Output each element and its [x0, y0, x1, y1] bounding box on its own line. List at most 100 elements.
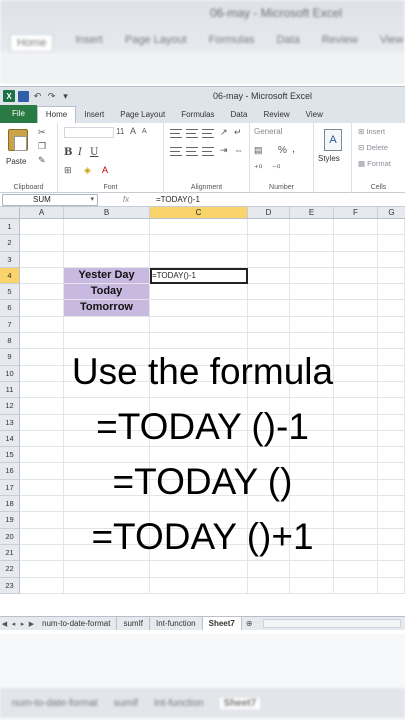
cell-a5[interactable]	[20, 284, 64, 301]
cell-a11[interactable]	[20, 381, 64, 399]
cell-e20[interactable]	[290, 528, 334, 545]
font-name-box[interactable]	[64, 127, 114, 138]
insert-sheet-icon[interactable]: ⊕	[242, 619, 257, 628]
delete-cells-button[interactable]: ⊟ Delete	[358, 143, 388, 152]
cell-a20[interactable]	[20, 528, 64, 545]
cell-g11[interactable]	[378, 381, 405, 399]
cell-g23[interactable]	[378, 577, 405, 594]
tab-page-layout[interactable]: Page Layout	[112, 107, 173, 123]
next-sheet-icon[interactable]: ▸	[18, 620, 27, 628]
column-header-g[interactable]: G	[378, 207, 405, 218]
cell-f15[interactable]	[334, 447, 378, 464]
row-header-22[interactable]: 22	[0, 561, 20, 578]
styles-button[interactable]: Styles	[318, 154, 340, 163]
cell-c7[interactable]	[150, 316, 248, 334]
prev-sheet-icon[interactable]: ◂	[9, 620, 18, 628]
cell-d10[interactable]	[248, 365, 290, 382]
sheet-tab-num-to-date-format[interactable]: num-to-date-format	[36, 617, 118, 630]
cell-c20[interactable]	[150, 528, 248, 545]
cell-c5[interactable]	[150, 284, 248, 301]
cut-icon[interactable]: ✂	[38, 127, 46, 138]
cell-e1[interactable]	[290, 219, 334, 236]
cell-f3[interactable]	[334, 251, 378, 268]
cell-b20[interactable]	[64, 528, 150, 545]
cell-b22[interactable]	[64, 561, 150, 578]
cell-g5[interactable]	[378, 284, 405, 301]
cell-c4[interactable]: =TODAY()-1	[150, 267, 248, 285]
cell-f12[interactable]	[334, 398, 378, 415]
cell-d9[interactable]	[248, 349, 290, 366]
cell-c14[interactable]	[150, 430, 248, 448]
cell-d6[interactable]	[248, 300, 290, 317]
cell-f17[interactable]	[334, 479, 378, 497]
row-header-20[interactable]: 20	[0, 528, 20, 545]
italic-icon[interactable]: I	[78, 147, 82, 158]
cell-e7[interactable]	[290, 316, 334, 334]
cell-g15[interactable]	[378, 447, 405, 464]
cell-e16[interactable]	[290, 463, 334, 480]
cell-e12[interactable]	[290, 398, 334, 415]
cell-c3[interactable]	[150, 251, 248, 268]
cell-e19[interactable]	[290, 512, 334, 529]
cell-d21[interactable]	[248, 544, 290, 562]
cell-g12[interactable]	[378, 398, 405, 415]
cell-e2[interactable]	[290, 235, 334, 252]
cell-a14[interactable]	[20, 430, 64, 448]
cell-a4[interactable]	[20, 267, 64, 285]
cell-g14[interactable]	[378, 430, 405, 448]
cell-f1[interactable]	[334, 219, 378, 236]
tab-home[interactable]: Home	[36, 106, 77, 123]
cell-a6[interactable]	[20, 300, 64, 317]
cell-e23[interactable]	[290, 577, 334, 594]
borders-icon[interactable]: ⊞	[64, 165, 72, 176]
row-header-19[interactable]: 19	[0, 512, 20, 529]
currency-icon[interactable]: ▤	[254, 145, 263, 156]
cell-g9[interactable]	[378, 349, 405, 366]
cell-b10[interactable]	[64, 365, 150, 382]
shrink-font-icon[interactable]: A	[142, 128, 147, 135]
row-header-15[interactable]: 15	[0, 447, 20, 464]
first-sheet-icon[interactable]: ◀	[0, 620, 9, 628]
tab-formulas[interactable]: Formulas	[173, 107, 222, 123]
cell-f19[interactable]	[334, 512, 378, 529]
row-header-18[interactable]: 18	[0, 496, 20, 513]
cell-c2[interactable]	[150, 235, 248, 252]
cell-a13[interactable]	[20, 414, 64, 431]
row-header-8[interactable]: 8	[0, 333, 20, 350]
cell-g1[interactable]	[378, 219, 405, 236]
cell-g7[interactable]	[378, 316, 405, 334]
cell-e14[interactable]	[290, 430, 334, 448]
cell-g8[interactable]	[378, 333, 405, 350]
cell-g20[interactable]	[378, 528, 405, 545]
cell-e5[interactable]	[290, 284, 334, 301]
cell-e22[interactable]	[290, 561, 334, 578]
cell-d8[interactable]	[248, 333, 290, 350]
font-size-box[interactable]: 11	[116, 127, 124, 136]
cell-b2[interactable]	[64, 235, 150, 252]
cell-g2[interactable]	[378, 235, 405, 252]
cell-g21[interactable]	[378, 544, 405, 562]
row-header-1[interactable]: 1	[0, 219, 20, 236]
cell-g17[interactable]	[378, 479, 405, 497]
row-header-14[interactable]: 14	[0, 430, 20, 448]
cell-f14[interactable]	[334, 430, 378, 448]
cell-g16[interactable]	[378, 463, 405, 480]
column-header-e[interactable]: E	[290, 207, 334, 218]
copy-icon[interactable]: ❐	[38, 141, 46, 152]
sheet-tab-int-function[interactable]: Int-function	[150, 617, 203, 630]
cell-d23[interactable]	[248, 577, 290, 594]
merge-center-icon[interactable]: ⇔	[234, 145, 243, 155]
row-header-17[interactable]: 17	[0, 479, 20, 497]
cell-d19[interactable]	[248, 512, 290, 529]
column-header-d[interactable]: D	[248, 207, 290, 218]
cell-c6[interactable]	[150, 300, 248, 317]
tab-data[interactable]: Data	[223, 107, 256, 123]
formula-input[interactable]: =TODAY()-1	[154, 194, 405, 206]
format-cells-button[interactable]: ▦ Format	[358, 159, 391, 168]
cell-g3[interactable]	[378, 251, 405, 268]
cell-c22[interactable]	[150, 561, 248, 578]
cell-f8[interactable]	[334, 333, 378, 350]
increase-decimal-icon[interactable]: ⁺⁰	[254, 163, 262, 174]
cell-b23[interactable]	[64, 577, 150, 594]
cell-b9[interactable]	[64, 349, 150, 366]
